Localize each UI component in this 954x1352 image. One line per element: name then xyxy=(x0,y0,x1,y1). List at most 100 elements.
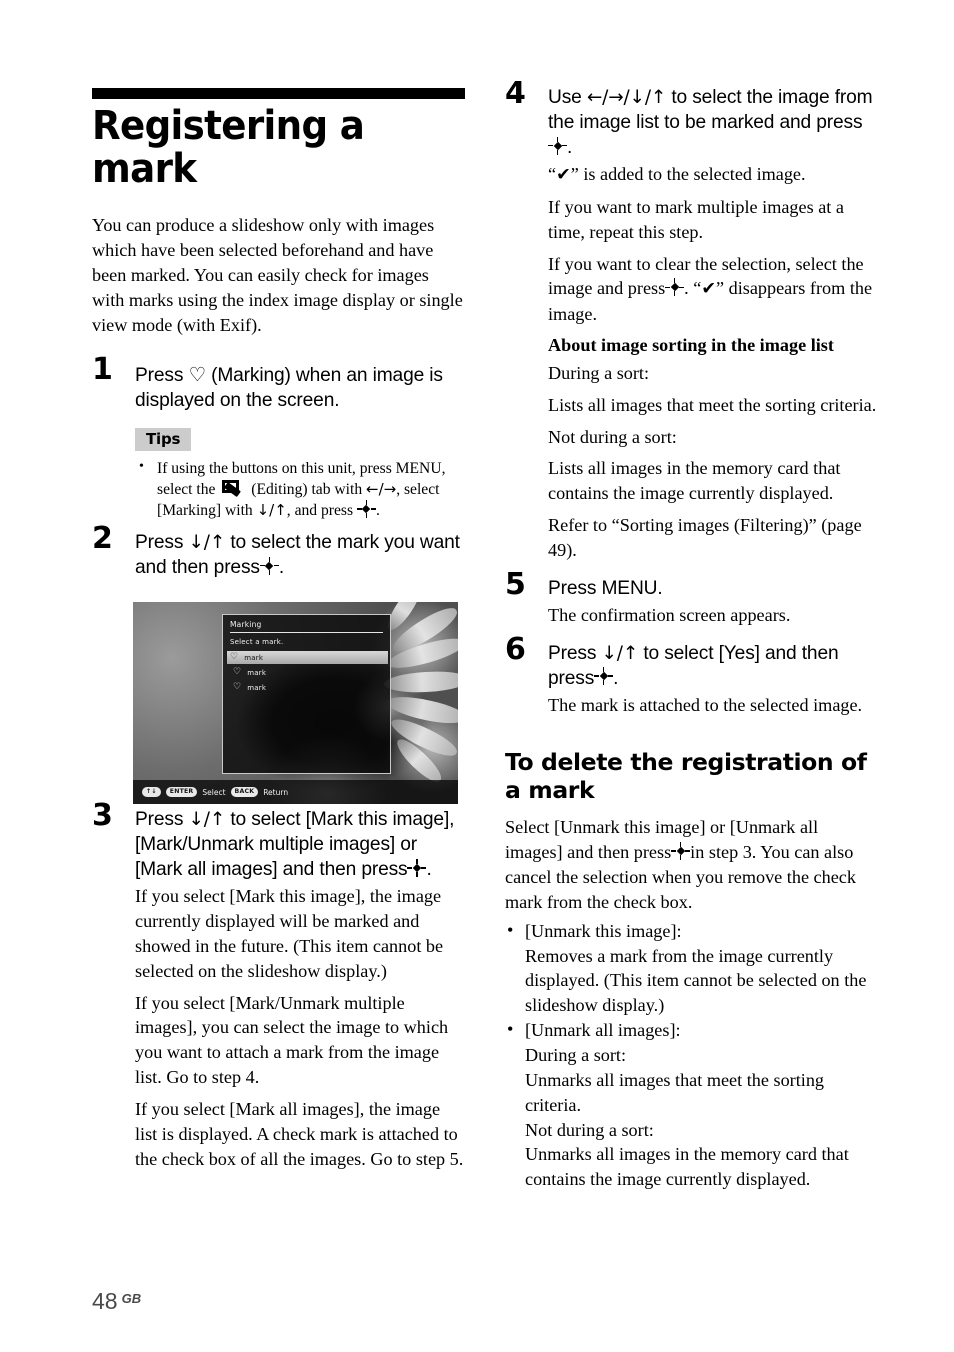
enter-action-label: Select xyxy=(202,787,226,797)
step-1-text-before: Press xyxy=(135,364,184,386)
step-2-heading: Press ↓/↑ to select the mark you want an… xyxy=(135,531,464,581)
sorting-note-heading: About image sorting in the image list xyxy=(548,335,834,356)
tips-item: If using the buttons on this unit, press… xyxy=(135,457,464,522)
menu-item-mark-1[interactable]: ♡ mark xyxy=(227,651,388,664)
tips-text-5: . xyxy=(375,501,380,519)
delete-options-list: [Unmark this image]: Removes a mark from… xyxy=(505,918,877,1192)
four-way-arrows-icon: ←/→/↓/↑ xyxy=(586,87,667,108)
step-3-number: 3 xyxy=(92,798,113,834)
intro-paragraph: You can produce a slideshow only with im… xyxy=(92,215,463,335)
marking-screen-photo: Marking Select a mark. ♡ mark ♡ mark ♡ m… xyxy=(133,602,458,804)
sorting-note-line-2: Lists all images that meet the sorting c… xyxy=(548,394,877,415)
page-number: 48 xyxy=(92,1288,118,1314)
heart-icon: ♡ xyxy=(230,652,239,662)
step-1-heading: Press ♡ (Marking) when an image is displ… xyxy=(135,362,464,414)
manual-page: Registering a mark You can produce a sli… xyxy=(0,0,954,1352)
enter-button-icon xyxy=(407,858,427,877)
step-4-body-2: If you want to mark multiple images at a… xyxy=(548,196,844,242)
right-column: 4 Use ←/→/↓/↑ to select the image from t… xyxy=(505,79,877,1192)
enter-button-icon xyxy=(259,556,279,575)
check-mark-icon: ✔ xyxy=(701,279,716,300)
menu-title: Marking xyxy=(230,620,383,633)
step-4-number: 4 xyxy=(505,76,526,111)
enter-button-icon xyxy=(671,842,691,861)
tips-text-2: (Editing) tab with xyxy=(251,480,363,498)
heart-icon: ♡ xyxy=(233,682,242,692)
step-5: 5 Press MENU. The confirmation screen ap… xyxy=(505,569,877,628)
step-6-number: 6 xyxy=(505,631,526,667)
unmark-all-line-4: Unmarks all images in the memory card th… xyxy=(525,1144,849,1190)
step-4: 4 Use ←/→/↓/↑ to select the image from t… xyxy=(505,79,877,563)
enter-button-icon xyxy=(665,278,685,297)
step-3-body-2: If you select [Mark/Unmark multiple imag… xyxy=(135,992,449,1088)
step-6-text-1: Press xyxy=(548,642,597,664)
down-up-arrows-icon: ↓/↑ xyxy=(188,532,226,554)
back-key-badge: BACK xyxy=(230,787,259,797)
menu-subtitle: Select a mark. xyxy=(230,638,284,646)
sorting-note-line-4: Lists all images in the memory card that… xyxy=(548,458,841,504)
sorting-note-line-5: Refer to “Sorting images (Filtering)” (p… xyxy=(548,515,862,561)
step-5-number: 5 xyxy=(505,566,526,602)
dpad-icon: ↑↓ xyxy=(142,787,161,797)
step-3-body-3: If you select [Mark all images], the ima… xyxy=(135,1099,464,1169)
back-action-label: Return xyxy=(263,787,289,797)
check-mark-icon: ✔ xyxy=(556,165,571,186)
step-2-text-1: Press xyxy=(135,532,184,554)
step-3-text-1: Press xyxy=(135,809,184,831)
down-up-arrows-icon: ↓/↑ xyxy=(188,809,226,831)
step-6-heading: Press ↓/↑ to select [Yes] and then press… xyxy=(548,642,877,692)
step-3: 3 Press ↓/↑ to select [Mark this image],… xyxy=(92,801,464,1171)
enter-key-badge: ENTER xyxy=(165,787,198,797)
step-3-heading: Press ↓/↑ to select [Mark this image], [… xyxy=(135,808,464,883)
down-up-arrows-icon: ↓/↑ xyxy=(256,500,287,519)
unmark-this-image-title: [Unmark this image]: xyxy=(525,920,682,941)
menu-item-label: mark xyxy=(247,683,267,692)
step-4-text-1: Use xyxy=(548,87,582,108)
menu-item-mark-2[interactable]: ♡ mark xyxy=(230,666,383,679)
unmark-all-images-title: [Unmark all images]: xyxy=(525,1020,681,1041)
step-1: 1 Press ♡ (Marking) when an image is dis… xyxy=(92,354,464,522)
sorting-note-line-1: During a sort: xyxy=(548,362,650,383)
down-up-arrows-icon: ↓/↑ xyxy=(601,642,639,664)
tips-block: Tips If using the buttons on this unit, … xyxy=(135,427,464,522)
step-4-body-1-text: ” is added to the selected image. xyxy=(570,164,806,185)
menu-item-mark-3[interactable]: ♡ mark xyxy=(230,681,383,694)
step-5-body: The confirmation screen appears. xyxy=(548,604,791,625)
step-3-body-1: If you select [Mark this image], the ima… xyxy=(135,886,444,981)
screen-guide-bar: ↑↓ ENTER Select BACK Return xyxy=(133,780,458,804)
step-4-body-1: “✔” is added to the selected image. xyxy=(548,162,877,188)
step-5-heading: Press MENU. xyxy=(548,577,663,599)
step-2: 2 Press ↓/↑ to select the mark you want … xyxy=(92,524,464,581)
delete-section-heading: To delete the registration of a mark xyxy=(505,747,867,805)
unmark-this-image-desc: Removes a mark from the image currently … xyxy=(525,945,867,1016)
step-2-number: 2 xyxy=(92,521,113,557)
title-rule xyxy=(92,88,465,99)
list-item: [Unmark this image]: Removes a mark from… xyxy=(505,918,877,1018)
enter-button-icon xyxy=(548,136,567,155)
list-item: [Unmark all images]: During a sort: Unma… xyxy=(505,1017,877,1192)
page-title: Registering a mark xyxy=(92,103,365,193)
step-6-body: The mark is attached to the selected ima… xyxy=(548,694,863,715)
step-2-text-2: to select the mark you want and then pre… xyxy=(135,532,460,579)
left-right-arrows-icon: ←/→ xyxy=(366,479,397,498)
page-footer: 48 GB xyxy=(92,1288,141,1315)
unmark-all-line-1: During a sort: xyxy=(525,1044,627,1065)
marking-menu-panel: Marking Select a mark. ♡ mark ♡ mark ♡ m… xyxy=(222,614,391,774)
menu-item-label: mark xyxy=(247,668,267,677)
quote-open: “ xyxy=(548,164,557,185)
step-2-text-3: . xyxy=(278,557,285,579)
step-3-text-3: . xyxy=(426,859,432,881)
heart-outline-icon: ♡ xyxy=(188,362,206,386)
step-4-heading: Use ←/→/↓/↑ to select the image from the… xyxy=(548,86,877,161)
step-1-number: 1 xyxy=(92,351,113,387)
unmark-all-line-2: Unmarks all images that meet the sorting… xyxy=(525,1069,825,1115)
menu-item-label: mark xyxy=(244,653,264,662)
heart-icon: ♡ xyxy=(233,667,242,677)
editing-tab-icon xyxy=(222,479,244,497)
region-code: GB xyxy=(121,1291,142,1306)
enter-button-icon xyxy=(356,500,376,519)
unmark-all-line-3: Not during a sort: xyxy=(525,1119,654,1140)
enter-button-icon xyxy=(594,667,614,686)
delete-section-intro: Select [Unmark this image] or [Unmark al… xyxy=(505,815,877,914)
tips-label: Tips xyxy=(135,427,192,451)
